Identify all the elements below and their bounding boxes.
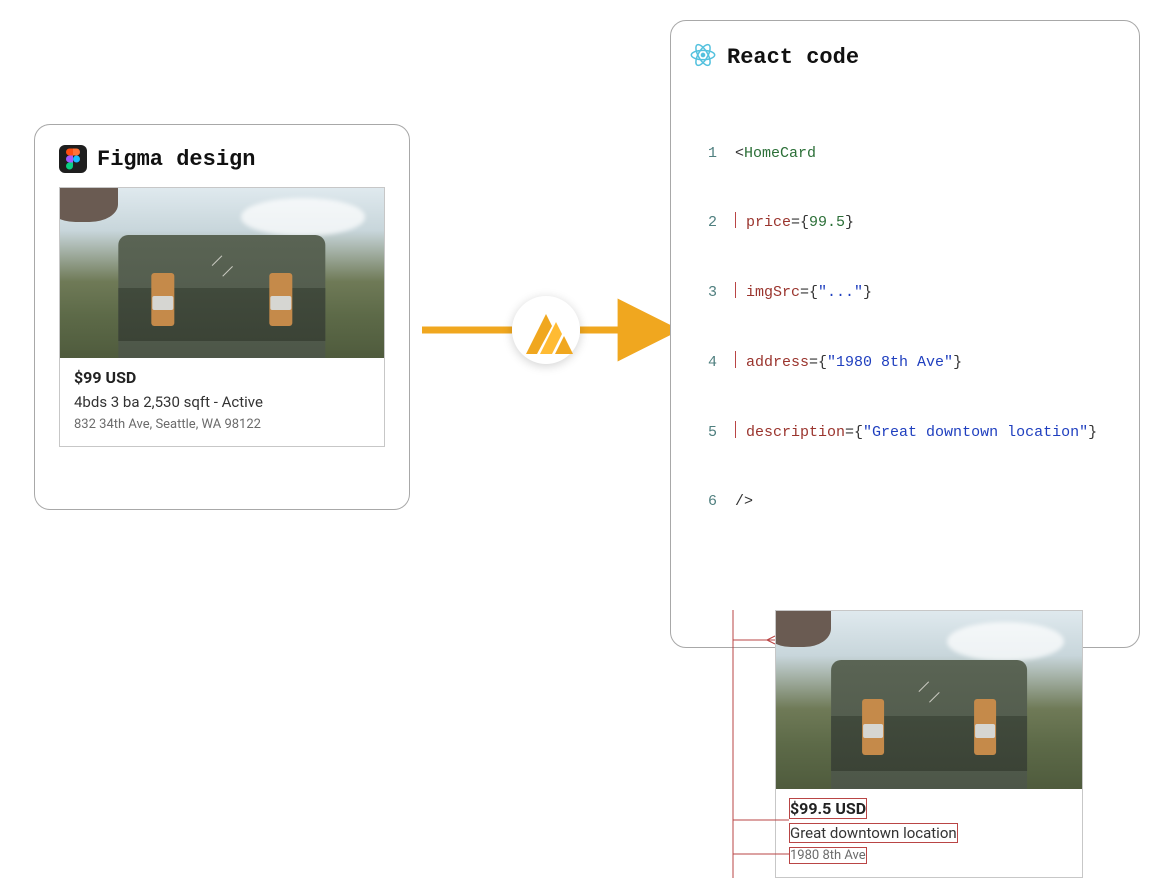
flow-arrow [422,290,670,370]
code-line-4: 4address={"1980 8th Ave"} [695,351,1123,374]
code-line-2: 2price={99.5} [695,211,1123,234]
rendered-card-price: $99.5 USD [790,799,1068,818]
code-block: 1<HomeCard 2price={99.5} 3imgSrc={"..."}… [689,87,1129,570]
code-line-6: 6/> [695,490,1123,513]
figma-card-body: $99 USD 4bds 3 ba 2,530 sqft - Active 83… [60,358,384,446]
rendered-card-body: $99.5 USD Great downtown location 1980 8… [776,789,1082,877]
figma-panel: Figma design $99 USD 4bds 3 ba 2,530 sqf… [34,124,410,510]
code-line-1: 1<HomeCard [695,142,1123,165]
figma-panel-title: Figma design [97,147,255,172]
figma-card-address: 832 34th Ave, Seattle, WA 98122 [74,417,370,432]
react-panel: React code 1<HomeCard 2price={99.5} 3img… [670,20,1140,648]
figma-card: $99 USD 4bds 3 ba 2,530 sqft - Active 83… [59,187,385,447]
figma-panel-header: Figma design [59,145,385,173]
rendered-card-address: 1980 8th Ave [790,848,1068,863]
rendered-card-detail: Great downtown location [790,824,1068,842]
rendered-card-image [776,611,1082,789]
react-icon [689,41,717,73]
figma-card-image [60,188,384,358]
code-line-5: 5description={"Great downtown location"} [695,421,1123,444]
rendered-output-wrap: $99.5 USD Great downtown location 1980 8… [689,610,1129,878]
figma-icon [59,145,87,173]
figma-card-detail: 4bds 3 ba 2,530 sqft - Active [74,393,370,411]
react-panel-header: React code [689,41,1129,73]
amplify-icon [512,296,580,364]
code-line-3: 3imgSrc={"..."} [695,281,1123,304]
figma-card-price: $99 USD [74,368,370,387]
react-panel-title: React code [727,45,859,70]
rendered-card: $99.5 USD Great downtown location 1980 8… [775,610,1083,878]
